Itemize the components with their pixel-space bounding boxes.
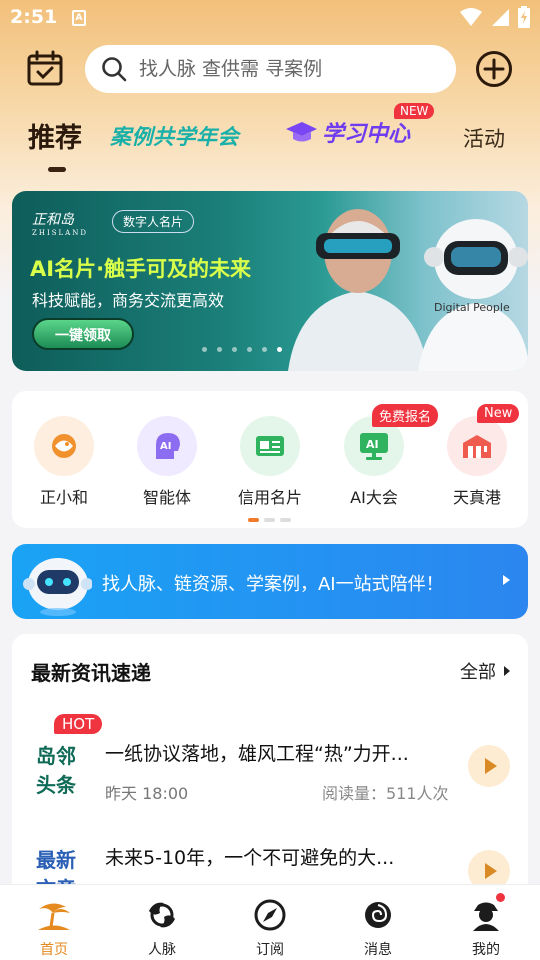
notification-dot: [496, 893, 505, 902]
building-icon: [447, 416, 507, 476]
fish-icon: [34, 416, 94, 476]
svg-text:AI: AI: [366, 438, 379, 451]
search-icon: [102, 57, 127, 82]
caret-right-icon: [504, 666, 510, 676]
free-signup-badge: 免费报名: [372, 404, 439, 427]
play-audio-button[interactable]: [468, 745, 510, 787]
nav-label: 消息: [364, 942, 392, 958]
wifi-icon: [460, 8, 482, 26]
quick-menu: 正小和 AI 智能体 信用名片 免费报名 AI AI大会 New 天真港: [12, 391, 528, 528]
news-logo-line: 最新: [36, 848, 76, 872]
quick-item-label: 智能体: [142, 488, 191, 507]
graduation-cap-icon: [286, 122, 317, 142]
play-icon: [485, 863, 497, 879]
quick-item-ai-conference[interactable]: 免费报名 AI AI大会: [334, 404, 439, 508]
status-bar: 2:51 A: [0, 0, 540, 36]
page-dot: [280, 518, 291, 522]
quick-item-zhengxiaohe[interactable]: 正小和: [24, 416, 104, 508]
status-time: 2:51: [10, 6, 58, 28]
claim-button[interactable]: 一键领取: [32, 318, 134, 350]
island-icon: [38, 903, 70, 930]
profile-icon: [473, 902, 499, 931]
shell-icon: [365, 902, 391, 928]
tab-activity[interactable]: 活动: [463, 123, 505, 153]
chevron-right-icon: [503, 575, 510, 585]
nav-messages[interactable]: 消息: [343, 897, 413, 959]
nav-home[interactable]: 首页: [19, 897, 89, 959]
banner-dot: [247, 347, 252, 352]
card-icon: [240, 416, 300, 476]
quick-item-label: 天真港: [452, 488, 501, 507]
banner-dot: [202, 347, 207, 352]
nav-subscribe[interactable]: 订阅: [235, 897, 305, 959]
banner-dot-active: [277, 347, 282, 352]
view-all-link[interactable]: 全部: [460, 658, 510, 684]
status-icons: [460, 6, 530, 28]
news-logo-line: 岛邻: [36, 744, 76, 768]
battery-icon: [518, 6, 530, 28]
robot-label: Digital People: [434, 301, 510, 314]
view-all-label: 全部: [460, 662, 496, 683]
tab-learning-center[interactable]: 学习中心: [284, 116, 410, 148]
search-bar[interactable]: [85, 45, 456, 93]
search-input[interactable]: [139, 58, 429, 80]
banner-dot: [262, 347, 267, 352]
compass-icon: [254, 899, 286, 931]
signal-icon: [492, 9, 509, 26]
news-read-count: 阅读量：511人次: [322, 784, 449, 803]
tab-learning-center-label: 学习中心: [322, 122, 411, 147]
hot-badge: HOT: [54, 714, 103, 734]
new-badge: NEW: [394, 103, 435, 119]
news-item[interactable]: 岛邻 头条 HOT 一纸协议落地，雄风工程“热”力开... 昨天 18:00 阅…: [12, 714, 528, 824]
quick-item-tianzhengang[interactable]: New 天真港: [437, 404, 520, 508]
robot-mascot-icon: [23, 558, 92, 616]
banner-dot: [217, 347, 222, 352]
tab-case-annual[interactable]: 案例共学年会: [110, 121, 239, 151]
banner-logo-text: 正和岛: [32, 212, 74, 228]
svg-text:AI: AI: [160, 441, 171, 452]
ai-bar-text: 找人脉、链资源、学案例，AI一站式陪伴！: [102, 574, 444, 595]
page-dot-active: [248, 518, 259, 522]
news-date: 昨天 18:00: [105, 784, 189, 803]
banner-dot: [232, 347, 237, 352]
quick-item-label: 正小和: [39, 488, 88, 507]
page-dot: [264, 518, 275, 522]
banner-logo-sub: ZHISLAND: [32, 229, 88, 237]
tab-recommend[interactable]: 推荐: [28, 116, 82, 155]
ai-assistant-bar[interactable]: 找人脉、链资源、学案例，AI一站式陪伴！: [12, 544, 528, 619]
quick-menu-pagination: [248, 518, 291, 522]
banner-logo: 正和岛 ZHISLAND: [32, 209, 88, 237]
nav-label: 我的: [472, 942, 500, 958]
quick-item-credit-card[interactable]: 信用名片: [230, 416, 310, 508]
banner-pagination: [202, 347, 282, 352]
nav-label: 首页: [40, 942, 68, 958]
calendar-icon[interactable]: [26, 50, 64, 88]
banner-subtitle: 科技赋能，商务交流更高效: [32, 291, 225, 310]
nav-label: 人脉: [148, 942, 176, 958]
banner-tag: 数字人名片: [112, 210, 195, 233]
news-source-logo: 岛邻 头条: [36, 742, 80, 800]
section-title: 最新资讯速递: [31, 661, 151, 685]
new-badge: New: [477, 404, 520, 423]
nav-contacts[interactable]: 人脉: [127, 897, 197, 959]
bottom-navigation: 首页 人脉 订阅 消息 我的: [0, 884, 540, 960]
add-icon[interactable]: [475, 50, 513, 88]
active-tab-indicator: [48, 167, 66, 172]
quick-item-label: 信用名片: [237, 488, 302, 507]
banner-title: AI名片·触手可及的未来: [30, 257, 252, 281]
quick-item-label: AI大会: [350, 488, 398, 507]
nav-profile[interactable]: 我的: [451, 893, 521, 959]
banner-photo: Digital People: [288, 209, 528, 371]
news-headline: 一纸协议落地，雄风工程“热”力开...: [105, 743, 409, 765]
notification-icon: A: [72, 10, 86, 26]
news-logo-line: 头条: [36, 773, 76, 797]
play-icon: [485, 758, 497, 774]
promo-banner[interactable]: Digital People 正和岛 ZHISLAND 数字人名片 AI名片·触…: [12, 191, 528, 371]
nav-label: 订阅: [256, 942, 284, 958]
quick-item-agent[interactable]: AI 智能体: [127, 416, 207, 508]
news-headline: 未来5-10年，一个不可避免的大...: [105, 847, 395, 869]
fish-icon: [149, 902, 175, 928]
ai-head-icon: AI: [137, 416, 197, 476]
